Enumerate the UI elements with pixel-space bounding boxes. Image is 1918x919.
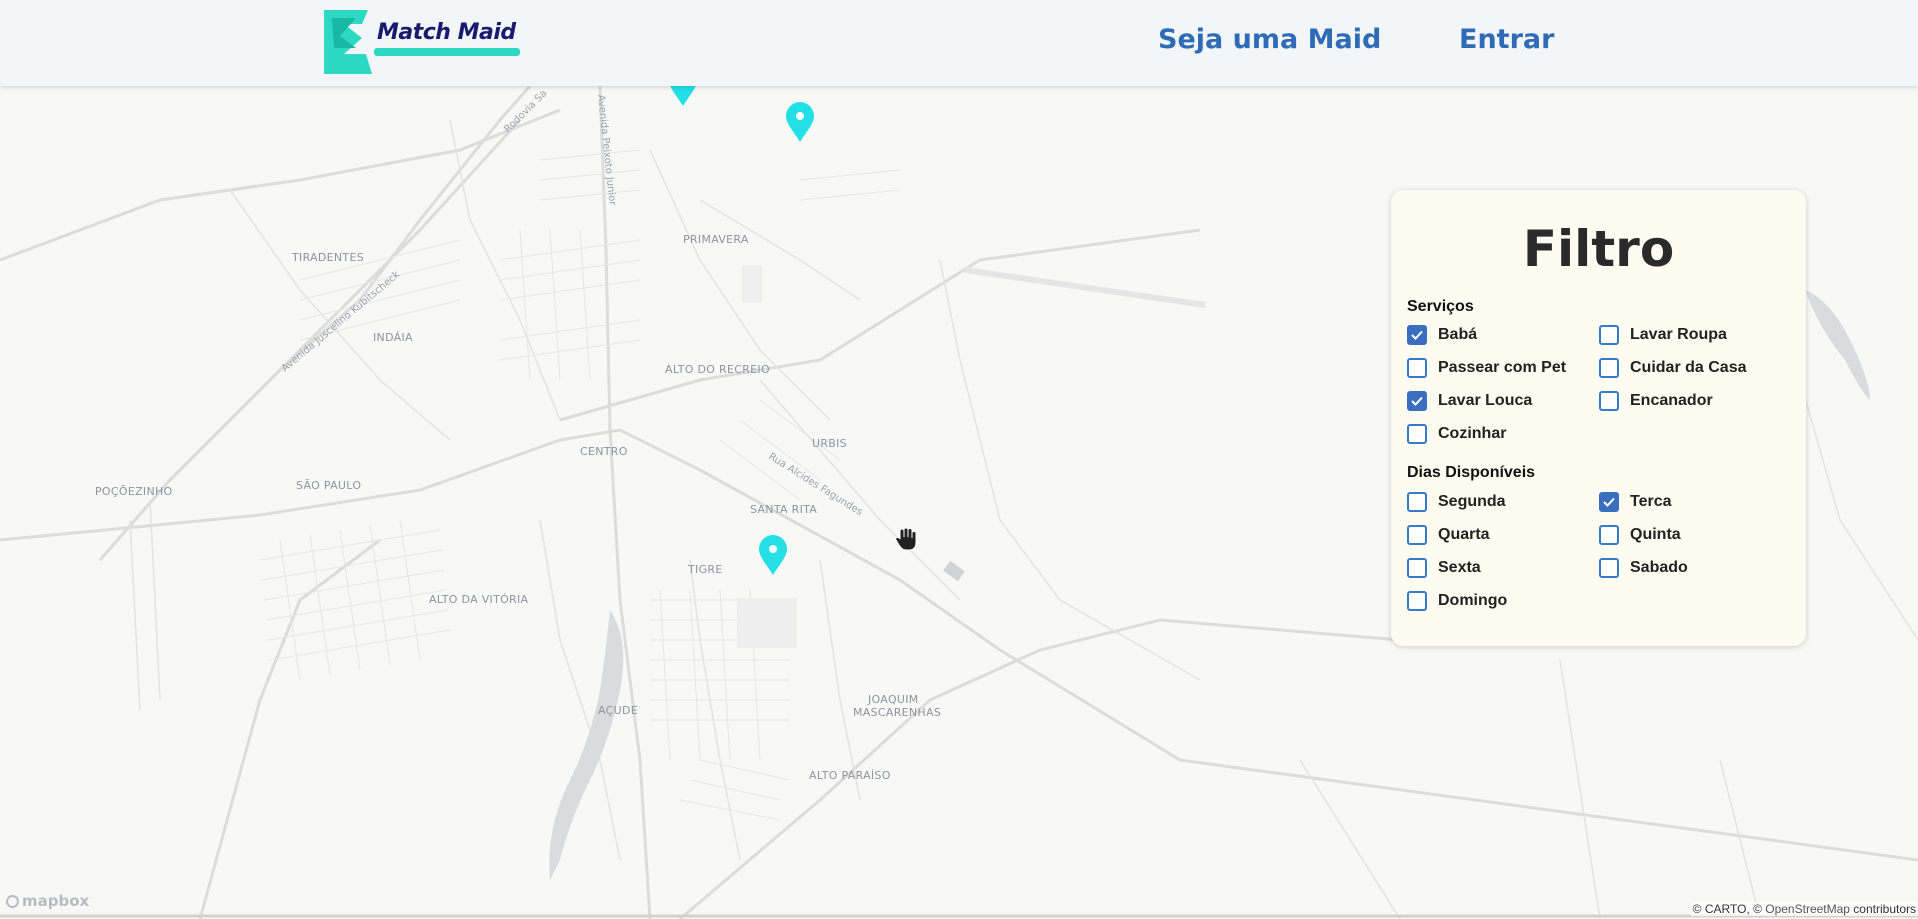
filter-option-label: Lavar Louca xyxy=(1438,392,1533,409)
checkbox[interactable] xyxy=(1599,558,1619,578)
filter-panel: Filtro Serviços Babá Lavar Roupa Passear c… xyxy=(1391,190,1806,646)
neighborhood-label: AÇUDE xyxy=(598,704,638,717)
attribution-osm-link[interactable]: OpenStreetMap xyxy=(1765,902,1850,916)
checkbox[interactable] xyxy=(1407,558,1427,578)
neighborhood-label: INDÁIA xyxy=(373,331,413,344)
filter-option-sabado[interactable]: Sabado xyxy=(1599,558,1688,578)
filter-option-label: Encanador xyxy=(1630,392,1713,409)
filter-option-lavar-roupa[interactable]: Lavar Roupa xyxy=(1599,325,1727,345)
map-attribution: © CARTO, © OpenStreetMap contributors xyxy=(1690,902,1918,916)
neighborhood-label: SANTA RITA xyxy=(750,503,817,516)
filter-option-lavar-louca[interactable]: Lavar Louca xyxy=(1407,391,1532,411)
filter-option-label: Cuidar da Casa xyxy=(1630,359,1747,376)
neighborhood-label: URBIS xyxy=(812,437,847,450)
check-icon xyxy=(1411,330,1423,340)
neighborhood-label: ALTO PARAÍSO xyxy=(809,769,891,782)
mapbox-logo[interactable]: mapbox xyxy=(6,892,89,910)
neighborhood-label: ALTO DA VITÓRIA xyxy=(429,593,529,606)
filter-option-quarta[interactable]: Quarta xyxy=(1407,525,1490,545)
checkbox[interactable] xyxy=(1407,424,1427,444)
checkbox[interactable] xyxy=(1407,525,1427,545)
filter-option-cozinhar[interactable]: Cozinhar xyxy=(1407,424,1506,444)
filter-option-segunda[interactable]: Segunda xyxy=(1407,492,1506,512)
filter-option-label: Cozinhar xyxy=(1438,425,1507,442)
attribution-suffix: contributors xyxy=(1849,902,1916,916)
logo-underline xyxy=(374,48,520,56)
filter-option-label: Terca xyxy=(1630,493,1672,510)
logo-text: Match Maid xyxy=(377,20,516,45)
filter-option-label: Babá xyxy=(1438,326,1478,343)
filter-option-label: Lavar Roupa xyxy=(1630,326,1727,343)
filter-option-cuidar-da-casa[interactable]: Cuidar da Casa xyxy=(1599,358,1746,378)
top-navbar: Match Maid Seja uma Maid Entrar xyxy=(0,0,1918,86)
filter-option-encanador[interactable]: Encanador xyxy=(1599,391,1713,411)
check-icon xyxy=(1411,396,1423,406)
filter-option-passear-com-pet[interactable]: Passear com Pet xyxy=(1407,358,1566,378)
days-section-title: Dias Disponíveis xyxy=(1407,464,1536,481)
filter-option-quinta[interactable]: Quinta xyxy=(1599,525,1681,545)
neighborhood-label: POÇÕEZINHO xyxy=(95,485,173,498)
filter-option-label: Domingo xyxy=(1438,592,1508,609)
mapbox-logo-text: mapbox xyxy=(22,892,90,910)
checkbox[interactable] xyxy=(1407,591,1427,611)
neighborhood-label: MASCARENHAS xyxy=(853,706,941,719)
filter-option-label: Passear com Pet xyxy=(1438,359,1567,376)
attribution-prefix: © CARTO, © xyxy=(1692,902,1766,916)
checkbox[interactable] xyxy=(1599,391,1619,411)
filter-option-terca[interactable]: Terca xyxy=(1599,492,1672,512)
neighborhood-label: CENTRO xyxy=(580,445,628,458)
neighborhood-label: ALTO DO RECREIO xyxy=(665,363,770,376)
check-icon xyxy=(1603,497,1615,507)
mapbox-icon xyxy=(6,894,19,908)
checkbox[interactable] xyxy=(1407,492,1427,512)
filter-option-label: Quarta xyxy=(1438,526,1490,543)
checkbox[interactable] xyxy=(1407,358,1427,378)
filter-option-label: Segunda xyxy=(1438,493,1506,510)
neighborhood-label: JOAQUIM xyxy=(867,693,919,706)
checkbox[interactable] xyxy=(1599,358,1619,378)
checkbox[interactable] xyxy=(1599,525,1619,545)
checkbox-checked[interactable] xyxy=(1599,492,1619,512)
neighborhood-label: TIGRE xyxy=(687,563,723,576)
filter-title: Filtro xyxy=(1522,220,1675,278)
filter-option-label: Quinta xyxy=(1630,526,1681,543)
filter-option-domingo[interactable]: Domingo xyxy=(1407,591,1507,611)
neighborhood-label: SÃO PAULO xyxy=(296,479,361,492)
filter-option-baba[interactable]: Babá xyxy=(1407,325,1477,345)
logo-mark-icon xyxy=(324,10,372,74)
checkbox-checked[interactable] xyxy=(1407,391,1427,411)
filter-option-sexta[interactable]: Sexta xyxy=(1407,558,1481,578)
nav-link-entrar[interactable]: Entrar xyxy=(1459,24,1554,55)
filter-option-label: Sexta xyxy=(1438,559,1481,576)
neighborhood-label: PRIMAVERA xyxy=(683,233,749,246)
brand-logo[interactable]: Match Maid xyxy=(322,8,522,76)
neighborhood-label: TIRADENTES xyxy=(291,251,364,264)
filter-option-label: Sabado xyxy=(1630,559,1688,576)
services-section-title: Serviços xyxy=(1407,298,1474,315)
checkbox[interactable] xyxy=(1599,325,1619,345)
nav-link-seja-uma-maid[interactable]: Seja uma Maid xyxy=(1158,24,1381,55)
checkbox-checked[interactable] xyxy=(1407,325,1427,345)
